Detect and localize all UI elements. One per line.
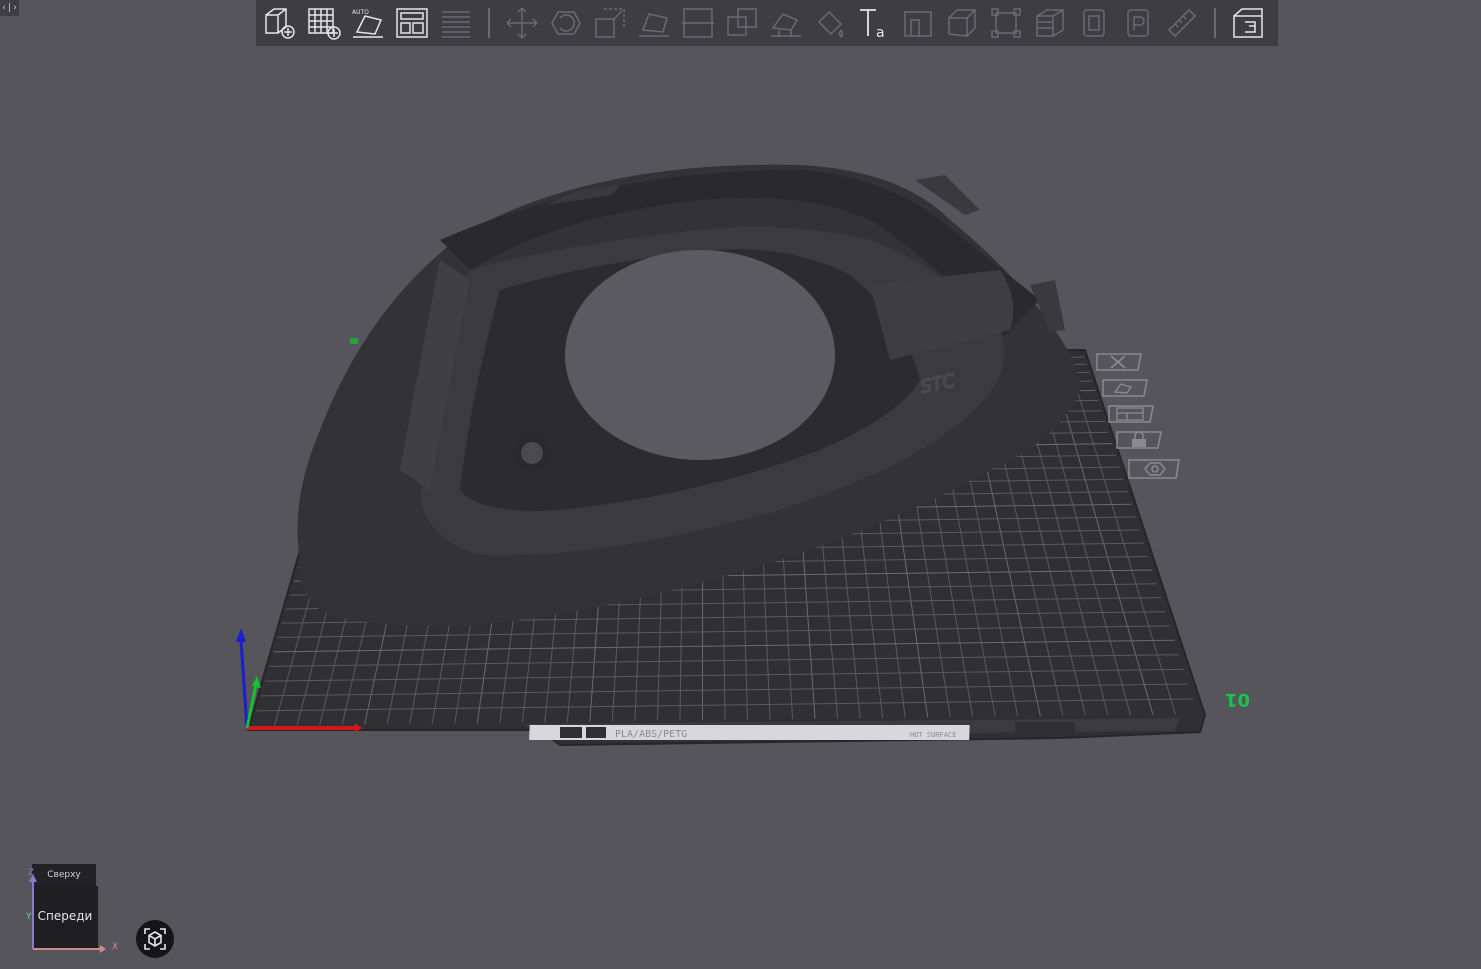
variable-height-icon <box>1083 9 1105 37</box>
auto-orient-icon: AUTO <box>352 9 383 38</box>
add-plate-button[interactable] <box>304 3 344 43</box>
split-plates-button[interactable] <box>436 3 476 43</box>
support-paint-icon <box>771 13 801 37</box>
support-paint-button[interactable] <box>766 3 806 43</box>
delete-plate-icon <box>1096 353 1142 371</box>
view-cube-axis-x: X <box>112 942 119 952</box>
toolbar-separator <box>488 8 490 38</box>
plate-number: 01 <box>1225 689 1250 710</box>
collapse-sidebar-button[interactable]: ‹|› <box>0 0 19 16</box>
add-model-button[interactable] <box>260 3 300 43</box>
recenter-view-button[interactable] <box>136 920 174 958</box>
emboss-icon <box>904 11 932 37</box>
layers-icon <box>1036 9 1064 37</box>
cut-icon <box>682 8 714 38</box>
plate-settings-button[interactable] <box>1127 458 1180 479</box>
color-paint-icon <box>817 10 844 39</box>
arrange-button[interactable] <box>392 3 432 43</box>
svg-text:a: a <box>876 25 885 40</box>
arrange-icon <box>396 8 428 38</box>
layers-button[interactable] <box>1030 3 1070 43</box>
auto-orient-button[interactable]: AUTO <box>348 3 388 43</box>
arrange-plate-button[interactable] <box>1107 404 1155 424</box>
plate-surface-label: HOT SURFACE <box>910 731 956 739</box>
move-button[interactable] <box>502 3 542 43</box>
view-cube-axis-y: Y <box>26 912 32 922</box>
boolean-icon <box>727 8 757 36</box>
plate-settings-icon <box>1128 459 1180 479</box>
lock-plate-button[interactable] <box>1115 430 1163 450</box>
orient-plate-button[interactable] <box>1101 378 1149 398</box>
variable-height-button[interactable] <box>1074 3 1114 43</box>
color-paint-button[interactable] <box>810 3 850 43</box>
cube-view-icon <box>144 928 166 950</box>
scale-icon <box>595 8 625 38</box>
lay-on-face-icon <box>639 13 669 37</box>
seam-paint-icon <box>1127 9 1149 37</box>
toolbar-separator <box>1214 8 1216 38</box>
text-button[interactable]: a <box>854 3 894 43</box>
add-plate-icon <box>308 8 341 40</box>
orient-plate-icon <box>1102 379 1148 397</box>
measure-icon <box>1167 8 1197 38</box>
main-toolbar: AUTO a <box>256 0 1278 46</box>
boolean-button[interactable] <box>722 3 762 43</box>
emboss-button[interactable] <box>898 3 938 43</box>
add-model-icon <box>265 8 295 39</box>
delete-plate-button[interactable] <box>1095 352 1143 372</box>
scale-button[interactable] <box>590 3 630 43</box>
brim-ears-icon <box>948 9 976 37</box>
mesh-boolean-button[interactable] <box>986 3 1026 43</box>
fog-light-opening <box>565 250 835 460</box>
split-plates-icon <box>442 11 470 38</box>
cut-button[interactable] <box>678 3 718 43</box>
measure-button[interactable] <box>1162 3 1202 43</box>
assembly-view-button[interactable] <box>1228 3 1268 43</box>
view-cube-axis-z: Z <box>28 868 35 878</box>
text-icon: a <box>860 9 885 40</box>
seam-paint-button[interactable] <box>1118 3 1158 43</box>
assembly-view-icon <box>1233 8 1263 38</box>
mesh-boolean-icon <box>991 8 1021 38</box>
rotate-icon <box>551 11 581 35</box>
lock-plate-icon <box>1116 431 1162 449</box>
lay-on-face-button[interactable] <box>634 3 674 43</box>
view-cube[interactable]: Сверху Спереди Z Y X <box>22 860 132 960</box>
brim-ears-button[interactable] <box>942 3 982 43</box>
plate-filament-label: PLA/ABS/PETG <box>615 729 687 740</box>
3d-viewport[interactable]: PLA/ABS/PETG HOT SURFACE 01 STC <box>0 46 1481 969</box>
svg-text:AUTO: AUTO <box>352 9 369 16</box>
rotate-button[interactable] <box>546 3 586 43</box>
move-icon <box>506 7 538 39</box>
arrange-plate-icon <box>1108 405 1154 423</box>
